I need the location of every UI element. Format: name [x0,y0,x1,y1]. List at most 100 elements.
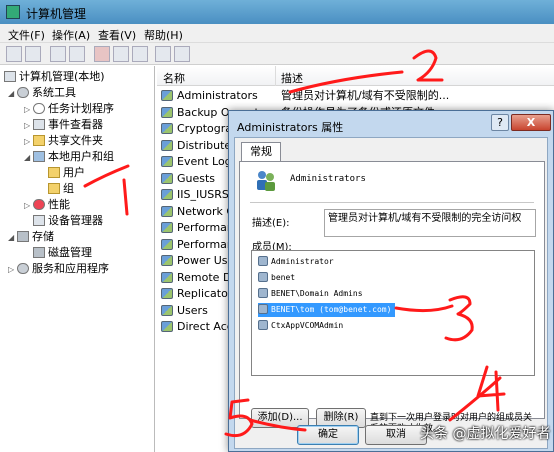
storage-icon [17,231,29,242]
group-icon [161,139,173,151]
collapse-arrow-icon[interactable]: ◢ [8,230,17,246]
tree-item-device-manager[interactable]: 设备管理器 [33,213,103,229]
help-icon[interactable] [155,46,171,62]
expand-arrow-icon[interactable]: ▷ [8,262,17,278]
tree-item-event-viewer[interactable]: ▷ 事件查看器 [24,117,103,133]
members-list[interactable]: Administrator benet BENET\Domain Admins … [251,250,535,376]
clock-icon [33,103,45,114]
group-row[interactable]: Guests [161,171,215,187]
tree-item-system-tools[interactable]: ◢ 系统工具 [8,85,76,101]
export-list-icon[interactable] [132,46,148,62]
group-name: Administrators [290,174,366,184]
group-name: Administrators [177,89,258,102]
collapse-arrow-icon[interactable]: ◢ [24,150,33,166]
tree-item-performance[interactable]: ▷ 性能 [24,197,70,213]
list-header: 名称 描述 [157,66,554,86]
tree-item-shared-folders[interactable]: ▷ 共享文件夹 [24,133,103,149]
disk-icon [33,247,45,258]
group-name: Guests [177,171,216,185]
menu-file[interactable]: 文件(F) [8,27,45,43]
group-name: IIS_IUSRS [177,188,229,201]
group-icon [161,288,173,299]
tree-item-services-apps[interactable]: ▷ 服务和应用程序 [8,261,109,277]
expand-arrow-icon[interactable]: ▷ [24,198,33,214]
folder-icon [48,167,60,178]
tree-item-task-scheduler[interactable]: ▷ 任务计划程序 [24,101,114,117]
expand-arrow-icon[interactable]: ▷ [24,118,33,134]
tree-item-local-users-groups[interactable]: ◢ 本地用户和组 [24,149,114,165]
menu-view[interactable]: 查看(V) [98,27,136,43]
watermark: 头条 @虚拟化爱好者 [420,426,551,442]
group-name: Users [177,303,208,317]
user-icon [258,304,268,314]
group-icon [161,321,173,332]
window-titlebar: 计算机管理 [0,0,554,24]
group-description: 管理员对计算机/域有不受限制的... [281,89,450,102]
group-row[interactable]: Administrators 管理员对计算机/域有不受限制的... [161,88,449,104]
device-manager-icon [33,215,45,226]
expand-arrow-icon[interactable]: ▷ [24,102,33,118]
tree-item-users[interactable]: 用户 [48,165,85,181]
action-pane-icon[interactable] [174,46,190,62]
group-row[interactable]: IIS_IUSRS [161,187,229,203]
show-hide-tree-icon[interactable] [69,46,85,62]
group-row[interactable]: Users [161,303,208,319]
group-icon [161,123,173,134]
group-icon [161,255,173,266]
user-icon [258,320,268,330]
description-field[interactable]: 管理员对计算机/域有不受限制的完全访问权 [324,209,536,237]
menu-help[interactable]: 帮助(H) [144,27,183,43]
dialog-help-button[interactable]: ? [491,114,509,131]
group-icon [161,189,173,200]
member-item[interactable]: BENET\Domain Admins [258,287,363,301]
dialog-close-button[interactable]: X [511,114,551,131]
performance-icon [33,199,45,210]
collapse-arrow-icon[interactable]: ◢ [8,86,17,102]
group-icon [161,106,173,118]
properties-icon[interactable] [113,46,129,62]
column-header-description[interactable]: 描述 [281,70,303,86]
member-item-selected[interactable]: BENET\tom (tom@benet.com) [258,303,396,317]
column-divider[interactable] [275,66,276,86]
menu-action[interactable]: 操作(A) [52,27,90,43]
back-icon[interactable] [6,46,22,62]
user-icon [258,272,268,282]
delete-icon[interactable] [94,46,110,62]
tab-general[interactable]: 常规 [241,142,281,162]
group-icon [161,238,173,250]
user-icon [258,256,268,266]
users-icon [33,151,45,162]
computer-icon [4,71,16,82]
divider [250,202,534,203]
group-icon [161,205,173,217]
group-icon [161,271,173,283]
services-icon [17,263,29,274]
administrators-properties-dialog: Administrators 属性 ? X 常规 Administrators … [228,110,554,452]
cancel-button[interactable]: 取消 [365,425,427,445]
member-item[interactable]: CtxAppVCOMAdmin [258,319,343,333]
column-header-name[interactable]: 名称 [163,70,185,86]
computer-management-icon [6,5,20,19]
dialog-body: 常规 Administrators 描述(E): 管理员对计算机/域有不受限制的… [234,137,548,449]
tree-item-disk-management[interactable]: 磁盘管理 [33,245,92,261]
group-row[interactable]: Distributed [161,138,238,154]
tree-item-computer-management[interactable]: 计算机管理(本地) [4,69,105,85]
member-item[interactable]: benet [258,271,295,285]
forward-icon[interactable] [25,46,41,62]
group-icon [161,156,173,167]
group-icon [161,172,173,184]
tools-icon [17,87,29,98]
folder-icon [48,183,60,194]
group-row[interactable]: Replicator [161,286,232,302]
tree-item-groups[interactable]: 组 [48,181,74,197]
up-folder-icon[interactable] [50,46,66,62]
member-item[interactable]: Administrator [258,255,334,269]
expand-arrow-icon[interactable]: ▷ [24,134,33,150]
general-tab-page: Administrators 描述(E): 管理员对计算机/域有不受限制的完全访… [239,161,545,434]
tree-item-storage[interactable]: ◢ 存储 [8,229,54,245]
ok-button[interactable]: 确定 [297,425,359,445]
description-label: 描述(E): [252,218,290,229]
shared-folder-icon [33,135,45,146]
dialog-title: Administrators 属性 [237,121,344,134]
group-icon [258,288,268,298]
